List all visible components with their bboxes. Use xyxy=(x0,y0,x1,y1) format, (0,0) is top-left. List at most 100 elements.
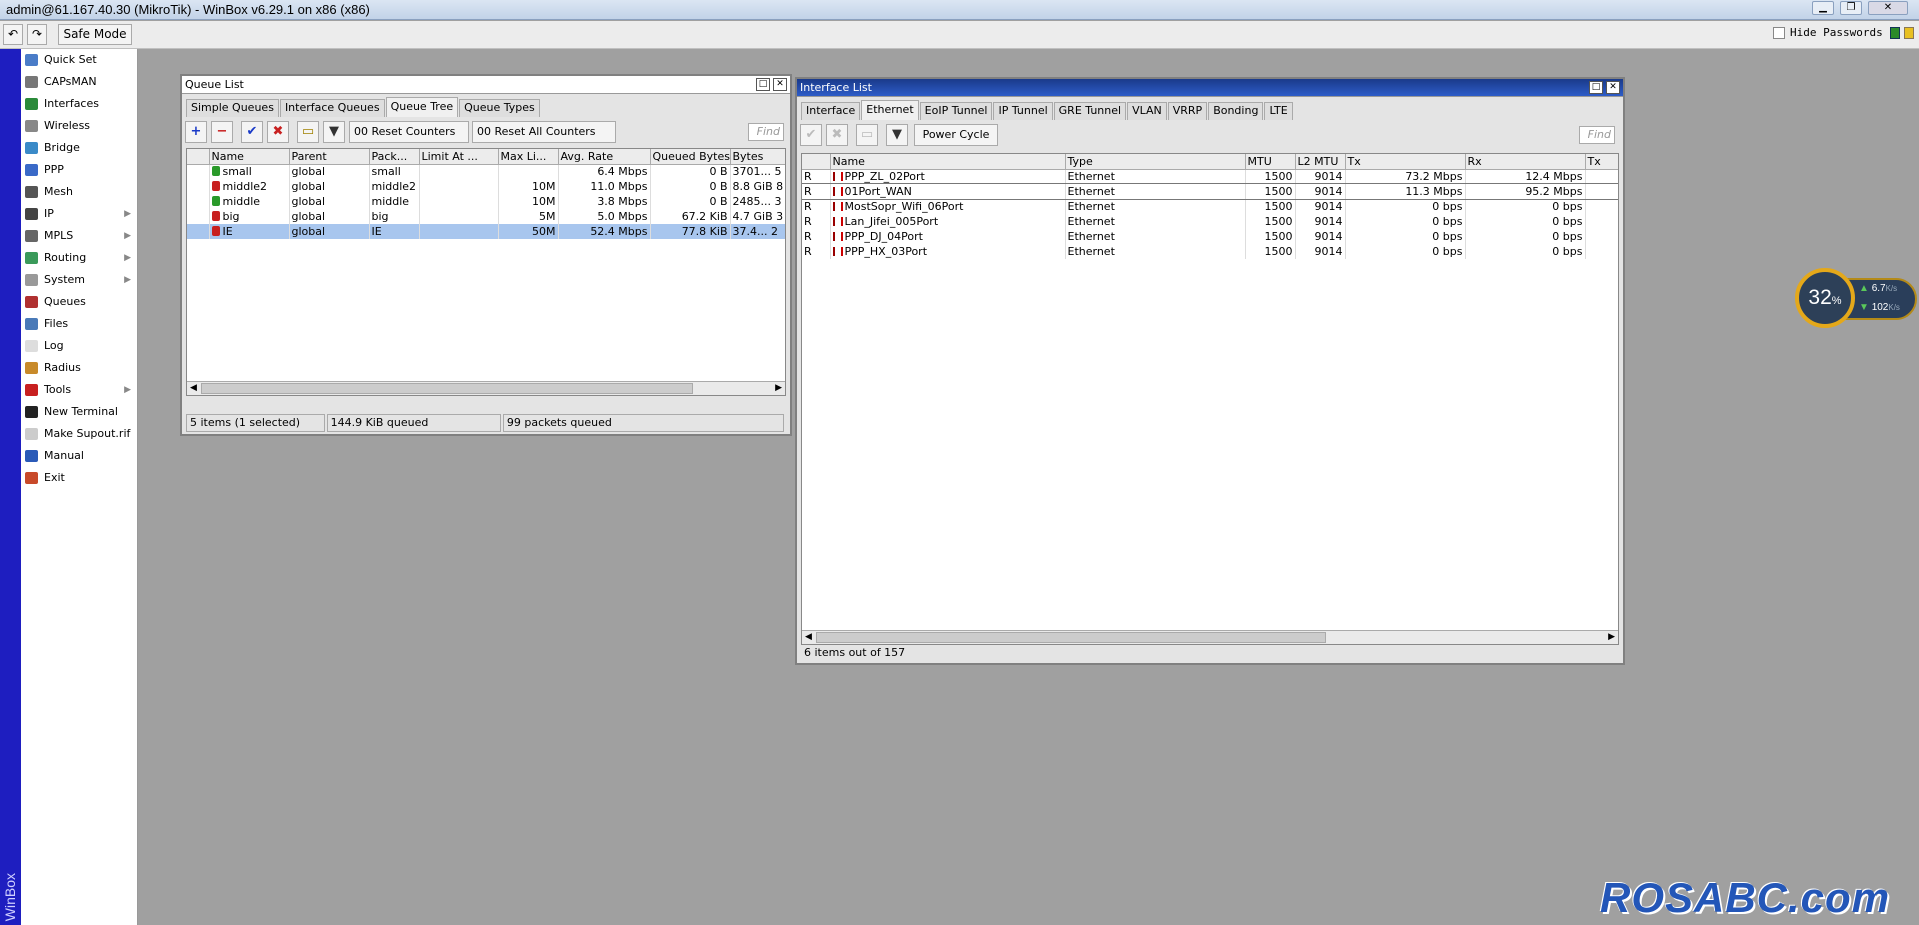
capsman-icon xyxy=(25,76,38,88)
interface-column-header[interactable]: Type xyxy=(1065,154,1246,170)
sidebar-item-wireless[interactable]: Wireless xyxy=(21,115,137,137)
undo-icon[interactable]: ↶ xyxy=(3,24,23,45)
comment-icon[interactable]: ▭ xyxy=(297,121,319,143)
queue-find-input[interactable]: Find xyxy=(748,123,784,141)
safe-mode-button[interactable]: Safe Mode xyxy=(58,24,132,45)
sidebar-item-ppp[interactable]: PPP xyxy=(21,159,137,181)
reset-counters-button[interactable]: 00 Reset Counters xyxy=(349,121,469,143)
sidebar-item-manual[interactable]: Manual xyxy=(21,445,137,467)
network-monitor-widget[interactable]: 32% ▲ 6.7K/s ▼ 102K/s xyxy=(1795,268,1917,328)
queue-column-header[interactable]: Queued Bytes xyxy=(650,149,731,165)
filter-icon[interactable]: ▼ xyxy=(886,124,908,146)
queue-cell-packet: middle xyxy=(369,194,420,209)
reset-all-counters-button[interactable]: 00 Reset All Counters xyxy=(472,121,616,143)
sidebar-item-mesh[interactable]: Mesh xyxy=(21,181,137,203)
sidebar-item-ip[interactable]: IP ▶ xyxy=(21,203,137,225)
sidebar-item-new-terminal[interactable]: New Terminal xyxy=(21,401,137,423)
interface-row[interactable]: R PPP_DJ_04Port Ethernet 1500 9014 0 bps 0 bps xyxy=(802,229,1618,244)
interface-tab-ethernet[interactable]: Ethernet xyxy=(861,100,919,120)
queue-row[interactable]: IE global IE 50M 52.4 Mbps 77.8 KiB 37.4... 2 xyxy=(187,224,785,239)
interface-tab-ip-tunnel[interactable]: IP Tunnel xyxy=(993,102,1053,120)
disable-icon[interactable]: ✖ xyxy=(267,121,289,143)
redo-icon[interactable]: ↷ xyxy=(27,24,47,45)
comment-icon[interactable]: ▭ xyxy=(856,124,878,146)
sidebar-item-files[interactable]: Files xyxy=(21,313,137,335)
interface-list-titlebar[interactable]: Interface List □ ✕ xyxy=(797,79,1623,97)
queue-column-header[interactable]: Pack... xyxy=(369,149,420,165)
queue-tab-interface-queues[interactable]: Interface Queues xyxy=(279,99,385,117)
sidebar-item-routing[interactable]: Routing ▶ xyxy=(21,247,137,269)
interface-cell-name: PPP_ZL_02Port xyxy=(830,169,1066,184)
queue-tab-simple-queues[interactable]: Simple Queues xyxy=(186,99,279,117)
interface-tab-interface[interactable]: Interface xyxy=(801,102,861,120)
interface-list-close-button[interactable]: ✕ xyxy=(1606,81,1620,94)
interface-column-header[interactable]: Name xyxy=(830,154,1066,170)
sidebar-item-capsman[interactable]: CAPsMAN xyxy=(21,71,137,93)
sidebar-item-queues[interactable]: Queues xyxy=(21,291,137,313)
sidebar-item-quick-set[interactable]: Quick Set xyxy=(21,49,137,71)
interface-tab-vrrp[interactable]: VRRP xyxy=(1167,102,1208,120)
sidebar-item-log[interactable]: Log xyxy=(21,335,137,357)
close-button[interactable]: ✕ xyxy=(1868,1,1908,15)
queue-row[interactable]: big global big 5M 5.0 Mbps 67.2 KiB 4.7 GiB 3 xyxy=(187,209,785,224)
interface-tab-lte[interactable]: LTE xyxy=(1264,102,1293,120)
enable-icon[interactable]: ✔ xyxy=(800,124,822,146)
interface-tab-eoip-tunnel[interactable]: EoIP Tunnel xyxy=(919,102,993,120)
sidebar-item-mpls[interactable]: MPLS ▶ xyxy=(21,225,137,247)
queue-scroll-thumb[interactable] xyxy=(201,383,693,394)
queue-row[interactable]: small global small 6.4 Mbps 0 B 3701... 5 xyxy=(187,164,785,179)
queue-list-titlebar[interactable]: Queue List □ ✕ xyxy=(182,76,790,94)
interface-column-header[interactable]: MTU xyxy=(1245,154,1296,170)
filter-icon[interactable]: ▼ xyxy=(323,121,345,143)
interface-row[interactable]: R Lan_Jifei_005Port Ethernet 1500 9014 0 bps 0… xyxy=(802,214,1618,229)
interface-row[interactable]: R MostSopr_Wifi_06Port Ethernet 1500 9014 0 b… xyxy=(802,199,1618,214)
queue-column-header[interactable]: Max Li... xyxy=(498,149,559,165)
queue-cell-max: 5M xyxy=(498,209,559,224)
interface-column-header[interactable]: Rx xyxy=(1465,154,1586,170)
maximize-button[interactable]: ❐ xyxy=(1840,1,1862,15)
sidebar-item-tools[interactable]: Tools ▶ xyxy=(21,379,137,401)
power-cycle-button[interactable]: Power Cycle xyxy=(914,124,998,146)
interface-row[interactable]: R PPP_HX_03Port Ethernet 1500 9014 0 bps 0 bps xyxy=(802,244,1618,259)
queue-tab-queue-types[interactable]: Queue Types xyxy=(459,99,540,117)
queue-tab-queue-tree[interactable]: Queue Tree xyxy=(385,97,459,117)
interface-list-maximize-button[interactable]: □ xyxy=(1589,81,1603,94)
interface-find-input[interactable]: Find xyxy=(1579,126,1615,144)
remove-icon[interactable]: − xyxy=(211,121,233,143)
queue-column-header[interactable]: Limit At ... xyxy=(419,149,499,165)
sidebar-item-exit[interactable]: Exit xyxy=(21,467,137,489)
add-icon[interactable]: + xyxy=(185,121,207,143)
interface-column-header[interactable]: Tx xyxy=(1585,154,1618,170)
interface-horizontal-scrollbar[interactable]: ◀ ▶ xyxy=(802,630,1618,644)
hide-passwords-checkbox[interactable] xyxy=(1773,27,1785,39)
minimize-button[interactable]: ▁ xyxy=(1812,1,1834,15)
queue-list-title: Queue List xyxy=(185,78,244,91)
sidebar-item-radius[interactable]: Radius xyxy=(21,357,137,379)
queue-list-close-button[interactable]: ✕ xyxy=(773,78,787,91)
interface-column-header[interactable]: L2 MTU xyxy=(1295,154,1346,170)
interface-tab-gre-tunnel[interactable]: GRE Tunnel xyxy=(1053,102,1127,120)
sidebar-item-system[interactable]: System ▶ xyxy=(21,269,137,291)
interface-scroll-thumb[interactable] xyxy=(816,632,1326,643)
queue-column-header[interactable]: Name xyxy=(209,149,290,165)
interface-tab-bonding[interactable]: Bonding xyxy=(1208,102,1264,120)
queue-cell-name: middle xyxy=(209,194,290,209)
queue-list-maximize-button[interactable]: □ xyxy=(756,78,770,91)
enable-icon[interactable]: ✔ xyxy=(241,121,263,143)
interface-tab-vlan[interactable]: VLAN xyxy=(1127,102,1167,120)
queue-column-header[interactable]: Bytes xyxy=(730,149,785,165)
sidebar-item-interfaces[interactable]: Interfaces xyxy=(21,93,137,115)
queue-column-header[interactable]: Parent xyxy=(289,149,370,165)
submenu-arrow-icon: ▶ xyxy=(124,209,131,219)
interface-column-header[interactable]: Tx xyxy=(1345,154,1466,170)
disable-icon[interactable]: ✖ xyxy=(826,124,848,146)
interface-row[interactable]: R PPP_ZL_02Port Ethernet 1500 9014 73.2 Mbps 1… xyxy=(802,169,1618,184)
queue-row[interactable]: middle2 global middle2 10M 11.0 Mbps 0 B 8.8 G… xyxy=(187,179,785,194)
interface-row[interactable]: R 01Port_WAN Ethernet 1500 9014 11.3 Mbps 95.2… xyxy=(802,183,1618,200)
sidebar-item-make-supout-rif[interactable]: Make Supout.rif xyxy=(21,423,137,445)
interface-cell-l2mtu: 9014 xyxy=(1295,214,1346,229)
sidebar-item-bridge[interactable]: Bridge xyxy=(21,137,137,159)
queue-horizontal-scrollbar[interactable]: ◀ ▶ xyxy=(187,381,785,395)
queue-column-header[interactable]: Avg. Rate xyxy=(558,149,651,165)
queue-row[interactable]: middle global middle 10M 3.8 Mbps 0 B 2485... … xyxy=(187,194,785,209)
